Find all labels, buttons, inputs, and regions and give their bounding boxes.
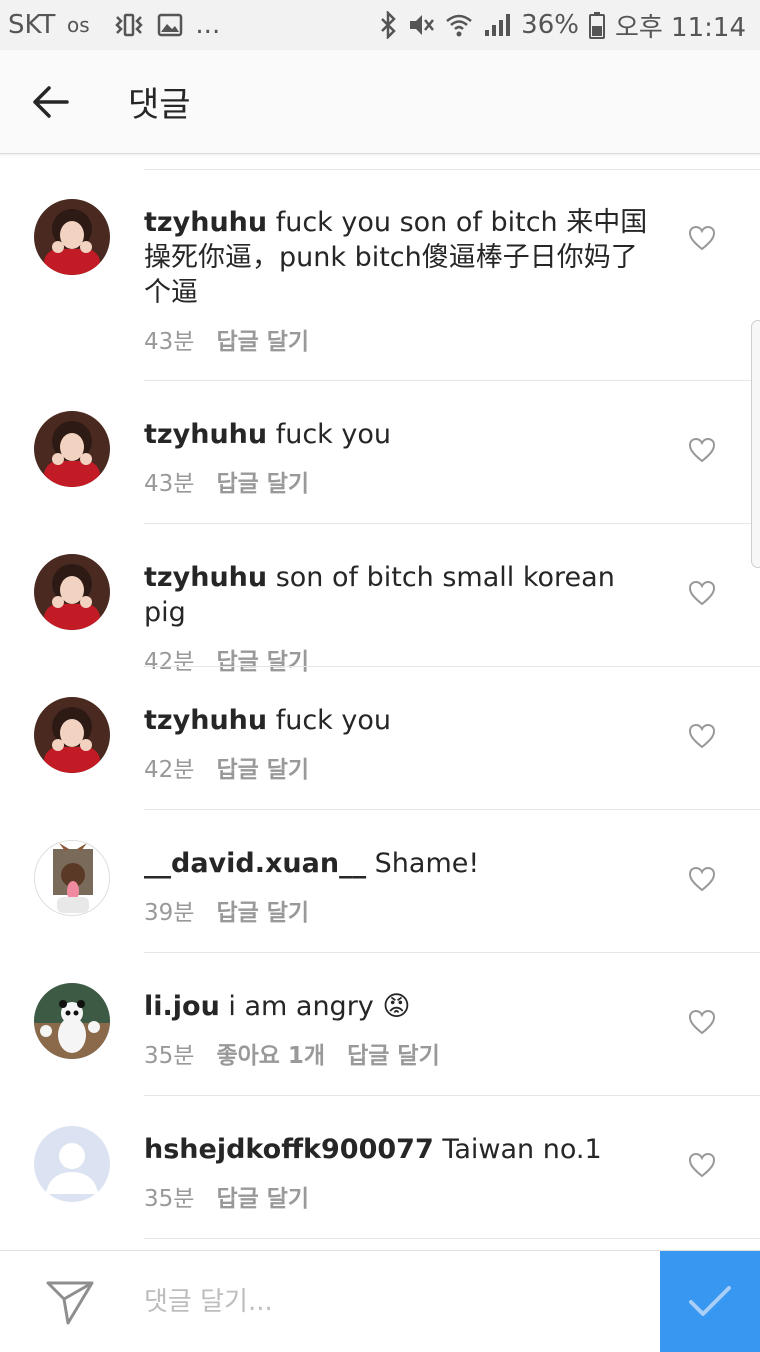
vibrate-icon	[113, 12, 145, 38]
default-avatar[interactable]	[34, 1126, 110, 1202]
heart-icon[interactable]	[688, 866, 716, 892]
comment-username[interactable]: li.jou	[144, 991, 220, 1022]
back-button[interactable]	[0, 50, 100, 154]
comment-item: tzyhuhu fuck you 43분 답글 달기	[0, 381, 760, 524]
comment-list[interactable]: tzyhuhu fuck you son of bitch 来中国操死你逼，pu…	[0, 155, 760, 1250]
comment-message: fuck you	[275, 705, 391, 736]
comment-text: tzyhuhu fuck you	[144, 703, 664, 738]
svg-text:os: os	[67, 14, 90, 36]
paper-plane-icon	[46, 1281, 94, 1325]
heart-icon[interactable]	[688, 1009, 716, 1035]
battery-icon	[588, 11, 605, 39]
comment-item: __david.xuan__ Shame! 39분 답글 달기	[0, 810, 760, 953]
comment-message: fuck you	[275, 419, 391, 450]
comment-item: tzyhuhu son of bitch small korean pig 42…	[0, 524, 760, 675]
reply-link[interactable]: 답글 달기	[216, 1179, 309, 1213]
comment-meta: 43분 답글 달기	[144, 464, 664, 498]
status-left: SKT os ...	[8, 10, 220, 40]
avatar[interactable]	[34, 554, 110, 630]
comment-message: Shame!	[374, 848, 480, 879]
comment-message: i am angry 😡	[228, 991, 411, 1022]
app-header: 댓글	[0, 50, 760, 154]
comment-body: hshejdkoffk900077 Taiwan no.1 35분 답글 달기	[144, 1132, 664, 1213]
comment-body: tzyhuhu fuck you son of bitch 来中国操死你逼，pu…	[144, 205, 664, 356]
wifi-icon	[445, 12, 473, 38]
comment-text: tzyhuhu fuck you	[144, 417, 664, 452]
clock: 오후 11:14	[614, 12, 746, 43]
avatar[interactable]	[34, 983, 110, 1059]
submit-button[interactable]	[660, 1251, 760, 1352]
gallery-icon	[157, 13, 183, 37]
reply-link[interactable]: 답글 달기	[347, 1036, 440, 1070]
comment-body: __david.xuan__ Shame! 39분 답글 달기	[144, 846, 664, 927]
comment-item: hshejdkoffk900077 Taiwan no.1 35분 답글 달기	[0, 1096, 760, 1239]
page-title: 댓글	[128, 85, 191, 125]
comment-time: 42분	[144, 757, 195, 783]
comment-meta: 43분 답글 달기	[144, 322, 664, 356]
check-icon	[689, 1286, 731, 1316]
avatar[interactable]	[34, 199, 110, 275]
comment-username[interactable]: tzyhuhu	[144, 705, 267, 736]
comment-message: Taiwan no.1	[442, 1134, 602, 1165]
comment-item: li.jou i am angry 😡 35분 좋아요 1개 답글 달기	[0, 953, 760, 1096]
comment-meta: 39분 답글 달기	[144, 893, 664, 927]
comment-username[interactable]: __david.xuan__	[144, 848, 366, 879]
direct-send-button[interactable]	[44, 1277, 96, 1327]
heart-icon[interactable]	[688, 723, 716, 749]
reply-link[interactable]: 답글 달기	[216, 322, 309, 356]
comment-text: hshejdkoffk900077 Taiwan no.1	[144, 1132, 664, 1167]
comment-text: tzyhuhu fuck you son of bitch 来中国操死你逼，pu…	[144, 205, 664, 310]
bluetooth-icon	[379, 11, 397, 39]
heart-icon[interactable]	[688, 225, 716, 251]
comment-item: tzyhuhu fuck you 42분 답글 달기	[0, 667, 760, 810]
heart-icon[interactable]	[688, 1152, 716, 1178]
comment-time: 43분	[144, 471, 195, 497]
comment-username[interactable]: tzyhuhu	[144, 207, 267, 238]
status-bar: SKT os ... 36% 오후 11:14	[0, 0, 760, 50]
likes-link[interactable]: 좋아요 1개	[216, 1036, 325, 1070]
comment-time: 39분	[144, 900, 195, 926]
comment-time: 43분	[144, 329, 195, 355]
comment-time: 35분	[144, 1186, 195, 1212]
comment-username[interactable]: tzyhuhu	[144, 419, 267, 450]
comment-item: tzyhuhu fuck you son of bitch 来中国操死你逼，pu…	[0, 155, 760, 381]
status-right: 36% 오후 11:14	[379, 7, 746, 44]
back-arrow-icon	[33, 85, 69, 118]
heart-icon[interactable]	[688, 580, 716, 606]
signal-icon	[483, 12, 511, 38]
scroll-indicator[interactable]	[751, 320, 760, 568]
comment-time: 35분	[144, 1043, 195, 1069]
comment-username[interactable]: tzyhuhu	[144, 562, 267, 593]
comment-meta: 35분 좋아요 1개 답글 달기	[144, 1036, 664, 1070]
comment-input[interactable]	[144, 1277, 644, 1327]
default-avatar-icon	[34, 1126, 110, 1202]
comment-text: li.jou i am angry 😡	[144, 989, 664, 1024]
divider	[144, 1238, 760, 1239]
carrier-label: SKT	[8, 10, 56, 40]
more-notifications: ...	[195, 10, 221, 40]
comment-username[interactable]: hshejdkoffk900077	[144, 1134, 434, 1165]
heart-icon[interactable]	[688, 437, 716, 463]
comment-body: tzyhuhu fuck you 42분 답글 달기	[144, 703, 664, 784]
mute-icon	[407, 11, 435, 39]
comment-meta: 42분 답글 달기	[144, 750, 664, 784]
comment-text: __david.xuan__ Shame!	[144, 846, 664, 881]
comment-text: tzyhuhu son of bitch small korean pig	[144, 560, 664, 630]
comment-body: tzyhuhu son of bitch small korean pig 42…	[144, 560, 664, 676]
reply-link[interactable]: 답글 달기	[216, 750, 309, 784]
comment-body: tzyhuhu fuck you 43분 답글 달기	[144, 417, 664, 498]
reply-link[interactable]: 답글 달기	[216, 464, 309, 498]
avatar[interactable]	[34, 697, 110, 773]
avatar[interactable]	[34, 840, 110, 916]
comment-body: li.jou i am angry 😡 35분 좋아요 1개 답글 달기	[144, 989, 664, 1070]
battery-percent: 36%	[521, 10, 579, 40]
compose-bar	[0, 1250, 760, 1352]
reply-link[interactable]: 답글 달기	[216, 893, 309, 927]
os-icon: os	[67, 14, 101, 36]
avatar[interactable]	[34, 411, 110, 487]
comment-meta: 35분 답글 달기	[144, 1179, 664, 1213]
